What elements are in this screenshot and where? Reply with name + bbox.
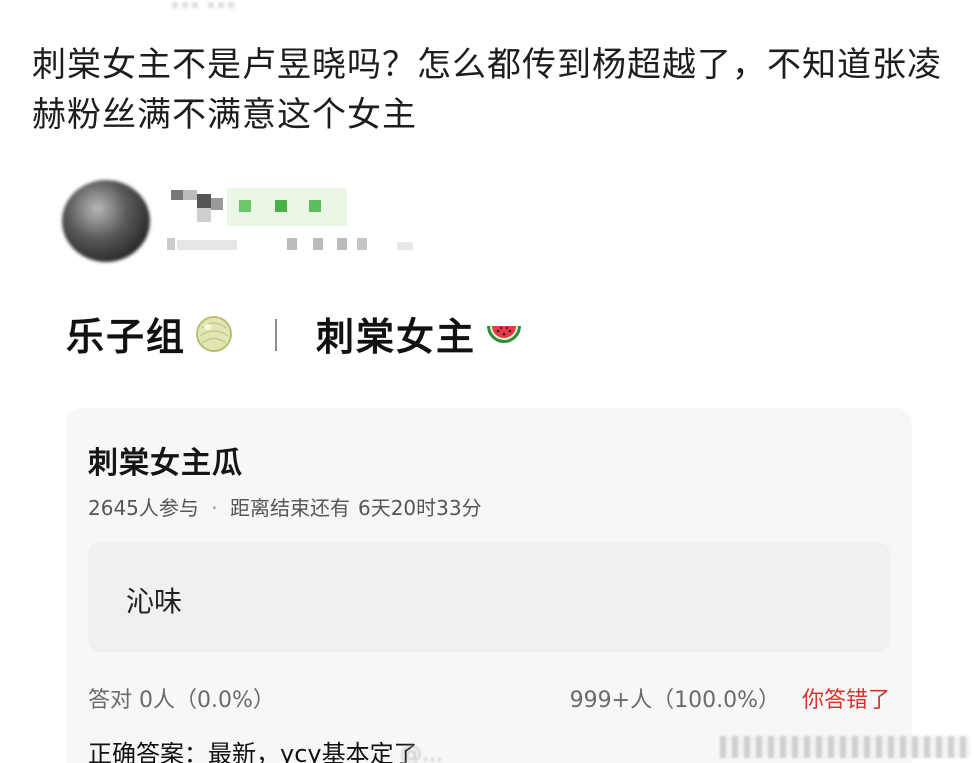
meta-dot: · bbox=[211, 496, 218, 520]
repost-title-left: 乐子组 bbox=[66, 315, 187, 359]
poll-option-label: 沁味 bbox=[126, 585, 183, 618]
poll-participants: 2645人参与 bbox=[88, 496, 199, 520]
poll-time-left: 6天20时33分 bbox=[357, 496, 482, 520]
author-name-mosaic bbox=[171, 188, 347, 226]
poll-title: 刺棠女主瓜 bbox=[88, 446, 243, 481]
poll-stats-row: 答对 0人（0.0%） 999+人（100.0%） 你答错了 bbox=[88, 682, 890, 714]
poll-meta: 2645人参与 · 距离结束还有 6天20时33分 bbox=[88, 492, 482, 521]
post-body-text: 刺棠女主不是卢昱晓吗？怎么都传到杨超越了，不知道张凌赫粉丝满不满意这个女主 bbox=[32, 45, 942, 135]
wrong-answer-label: 你答错了 bbox=[801, 688, 890, 713]
watermark-text: @... bbox=[400, 742, 443, 763]
correct-answer-text: 正确答案：最新，ycy基本定了 bbox=[88, 740, 418, 763]
poll-card: 刺棠女主瓜 2645人参与 · 距离结束还有 6天20时33分 沁味 答对 0人（… bbox=[66, 408, 912, 763]
screenshot-page: …… 刺棠女主不是卢昱晓吗？怎么都传到杨超越了，不知道张凌赫粉丝满不满意这个女主… bbox=[0, 0, 974, 763]
correct-stats: 答对 0人（0.0%） bbox=[88, 688, 275, 713]
poll-option[interactable]: 沁味 bbox=[88, 542, 890, 652]
melon-icon bbox=[196, 315, 233, 352]
wrong-stats-group: 999+人（100.0%） 你答错了 bbox=[570, 682, 890, 714]
poll-time-label: 距离结束还有 bbox=[229, 496, 350, 520]
cutoff-header-text: …… bbox=[170, 0, 242, 15]
title-separator: ｜ bbox=[260, 316, 295, 355]
repost-title: 乐子组 ｜ 刺棠女主 bbox=[66, 306, 524, 361]
watermelon-icon bbox=[487, 325, 522, 343]
watermark-bar bbox=[720, 736, 970, 758]
author-meta-mosaic bbox=[167, 238, 413, 250]
avatar[interactable] bbox=[62, 180, 150, 262]
repost-author-row[interactable] bbox=[62, 178, 422, 268]
repost-title-right: 刺棠女主 bbox=[316, 315, 477, 359]
wrong-stats: 999+人（100.0%） bbox=[569, 688, 780, 713]
